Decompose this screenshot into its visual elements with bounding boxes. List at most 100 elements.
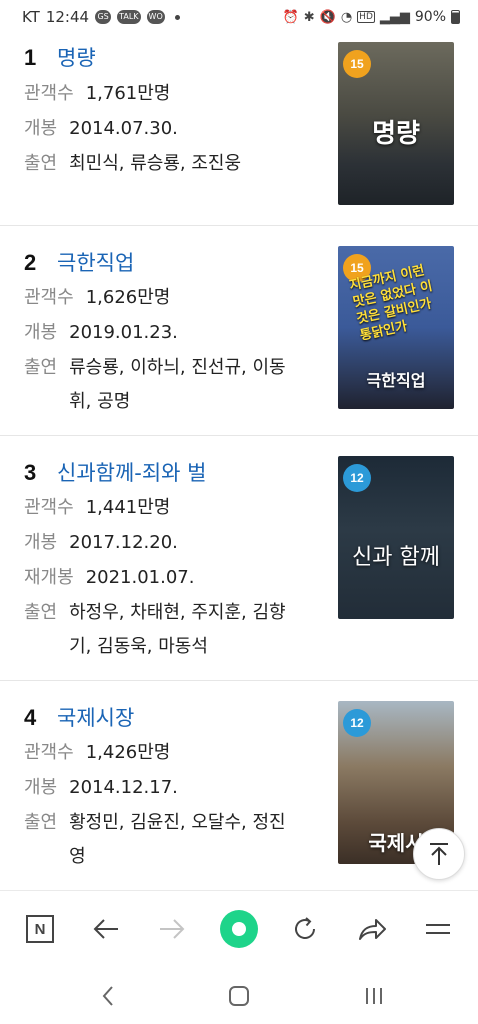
- back-arrow-icon: [93, 919, 118, 939]
- system-recents-button[interactable]: [354, 978, 394, 1014]
- release-value: 2014.07.30.: [69, 118, 178, 139]
- notification-dot-icon: [174, 14, 180, 20]
- release-value: 2014.12.17.: [69, 777, 178, 798]
- poster-title: 극한직업: [366, 371, 426, 390]
- movie-title-link[interactable]: 명량: [57, 42, 96, 72]
- system-home-button[interactable]: [219, 978, 259, 1014]
- audience-label: 관객수: [24, 497, 74, 518]
- alarm-icon: ⏰: [282, 9, 299, 25]
- gs-badge-icon: GS: [95, 10, 112, 24]
- movie-title-link[interactable]: 극한직업: [57, 247, 134, 277]
- list-item[interactable]: 1 명량 관객수 1,761만명 개봉 2014.07.30. 출연 최민식, …: [0, 34, 478, 226]
- release-row: 개봉 2014.12.17.: [24, 771, 178, 805]
- audience-label: 관객수: [24, 742, 74, 763]
- share-button[interactable]: [352, 909, 392, 949]
- battery-percent: 90%: [414, 9, 446, 25]
- age-rating-badge: 12: [343, 464, 371, 492]
- release-row: 개봉 2014.07.30.: [24, 112, 178, 146]
- browser-toolbar: N: [0, 890, 478, 968]
- hd-icon: HD: [357, 11, 375, 23]
- wo-badge-icon: WO: [146, 10, 165, 24]
- home-square-icon: [229, 986, 249, 1006]
- audience-row: 관객수 1,626만명: [24, 281, 170, 315]
- forward-arrow-icon: [160, 919, 185, 939]
- audience-value: 1,426만명: [85, 742, 171, 763]
- rank-number: 2: [24, 250, 37, 275]
- rank-number: 1: [24, 45, 37, 70]
- signal-icon: ▂▄▆: [379, 9, 410, 25]
- talk-badge-icon: TALK: [117, 10, 141, 24]
- movie-heading: 4 국제시장: [24, 702, 134, 732]
- cast-row: 출연 류승룡, 이하늬, 진선규, 이동휘, 공명: [24, 351, 301, 419]
- cast-label: 출연: [24, 153, 58, 174]
- audience-label: 관객수: [24, 287, 74, 308]
- system-nav-bar: [0, 968, 478, 1024]
- status-bar: KT 12:44 GS TALK WO ⏰ ✱ 🔇 ◔ HD ▂▄▆ 90%: [0, 0, 478, 34]
- system-back-button[interactable]: [88, 978, 128, 1014]
- audience-value: 1,761만명: [85, 83, 171, 104]
- audience-row: 관객수 1,441만명: [24, 491, 170, 525]
- cast-value: 황정민, 김윤진, 오달수, 정진영: [69, 812, 286, 867]
- mute-icon: 🔇: [319, 9, 336, 25]
- age-rating-badge: 15: [343, 50, 371, 78]
- release-value: 2019.01.23.: [69, 322, 178, 343]
- bluetooth-icon: ✱: [303, 9, 315, 25]
- release-label: 개봉: [24, 118, 58, 139]
- forward-button[interactable]: [152, 909, 192, 949]
- release-label: 개봉: [24, 532, 58, 553]
- audience-value: 1,441만명: [85, 497, 171, 518]
- list-item[interactable]: 2 극한직업 관객수 1,626만명 개봉 2019.01.23. 출연 류승룡…: [0, 226, 478, 436]
- movie-poster[interactable]: 15 지금까지 이런 맛은 없었다 이것은 갈비인가 통닭인가 극한직업: [338, 246, 454, 409]
- release-label: 개봉: [24, 777, 58, 798]
- recents-icon: [366, 988, 382, 1004]
- movie-heading: 1 명량: [24, 42, 96, 72]
- movie-title-link[interactable]: 국제시장: [57, 702, 134, 732]
- poster-title: 신과 함께: [352, 545, 440, 570]
- audience-label: 관객수: [24, 83, 74, 104]
- audience-row: 관객수 1,426만명: [24, 736, 170, 770]
- release-value: 2017.12.20.: [69, 532, 178, 553]
- naver-n-icon: N: [26, 915, 54, 943]
- movie-heading: 2 극한직업: [24, 247, 134, 277]
- audience-value: 1,626만명: [85, 287, 171, 308]
- arrow-up-icon: [430, 843, 448, 865]
- green-dot-icon: [220, 910, 258, 948]
- cast-value: 하정우, 차태현, 주지훈, 김향기, 김동욱, 마동석: [69, 602, 286, 657]
- cast-row: 출연 최민식, 류승룡, 조진웅: [24, 147, 301, 181]
- naver-home-button[interactable]: N: [20, 909, 60, 949]
- release-label: 개봉: [24, 322, 58, 343]
- rerelease-label: 재개봉: [24, 567, 74, 588]
- cast-row: 출연 황정민, 김윤진, 오달수, 정진영: [24, 806, 301, 874]
- carrier-label: KT: [22, 8, 40, 26]
- cast-label: 출연: [24, 357, 58, 378]
- rerelease-row: 재개봉 2021.01.07.: [24, 561, 194, 595]
- back-button[interactable]: [86, 909, 126, 949]
- green-action-button[interactable]: [219, 909, 259, 949]
- movie-heading: 3 신과함께-죄와 벌: [24, 457, 207, 487]
- rank-number: 4: [24, 705, 37, 730]
- refresh-button[interactable]: [285, 909, 325, 949]
- menu-icon: [426, 924, 450, 934]
- release-row: 개봉 2017.12.20.: [24, 526, 178, 560]
- movie-list: 1 명량 관객수 1,761만명 개봉 2014.07.30. 출연 최민식, …: [0, 34, 478, 890]
- cast-label: 출연: [24, 812, 58, 833]
- cast-label: 출연: [24, 602, 58, 623]
- menu-button[interactable]: [418, 909, 458, 949]
- audience-row: 관객수 1,761만명: [24, 77, 170, 111]
- cast-value: 류승룡, 이하늬, 진선규, 이동휘, 공명: [69, 357, 286, 412]
- movie-poster[interactable]: 12 신과 함께: [338, 456, 454, 619]
- movie-poster[interactable]: 15 명량: [338, 42, 454, 205]
- refresh-icon: [295, 917, 315, 939]
- clock: 12:44: [45, 8, 90, 26]
- wifi-icon: ◔: [340, 9, 353, 25]
- list-item[interactable]: 3 신과함께-죄와 벌 관객수 1,441만명 개봉 2017.12.20. 재…: [0, 436, 478, 681]
- scroll-to-top-button[interactable]: [413, 828, 465, 880]
- movie-title-link[interactable]: 신과함께-죄와 벌: [57, 457, 207, 487]
- battery-icon: [451, 10, 460, 24]
- cast-row: 출연 하정우, 차태현, 주지훈, 김향기, 김동욱, 마동석: [24, 596, 301, 664]
- chevron-left-icon: [102, 986, 113, 1006]
- age-rating-badge: 12: [343, 709, 371, 737]
- poster-title: 명량: [372, 119, 420, 149]
- share-icon: [359, 919, 386, 940]
- list-item[interactable]: 4 국제시장 관객수 1,426만명 개봉 2014.12.17. 출연 황정민…: [0, 681, 478, 890]
